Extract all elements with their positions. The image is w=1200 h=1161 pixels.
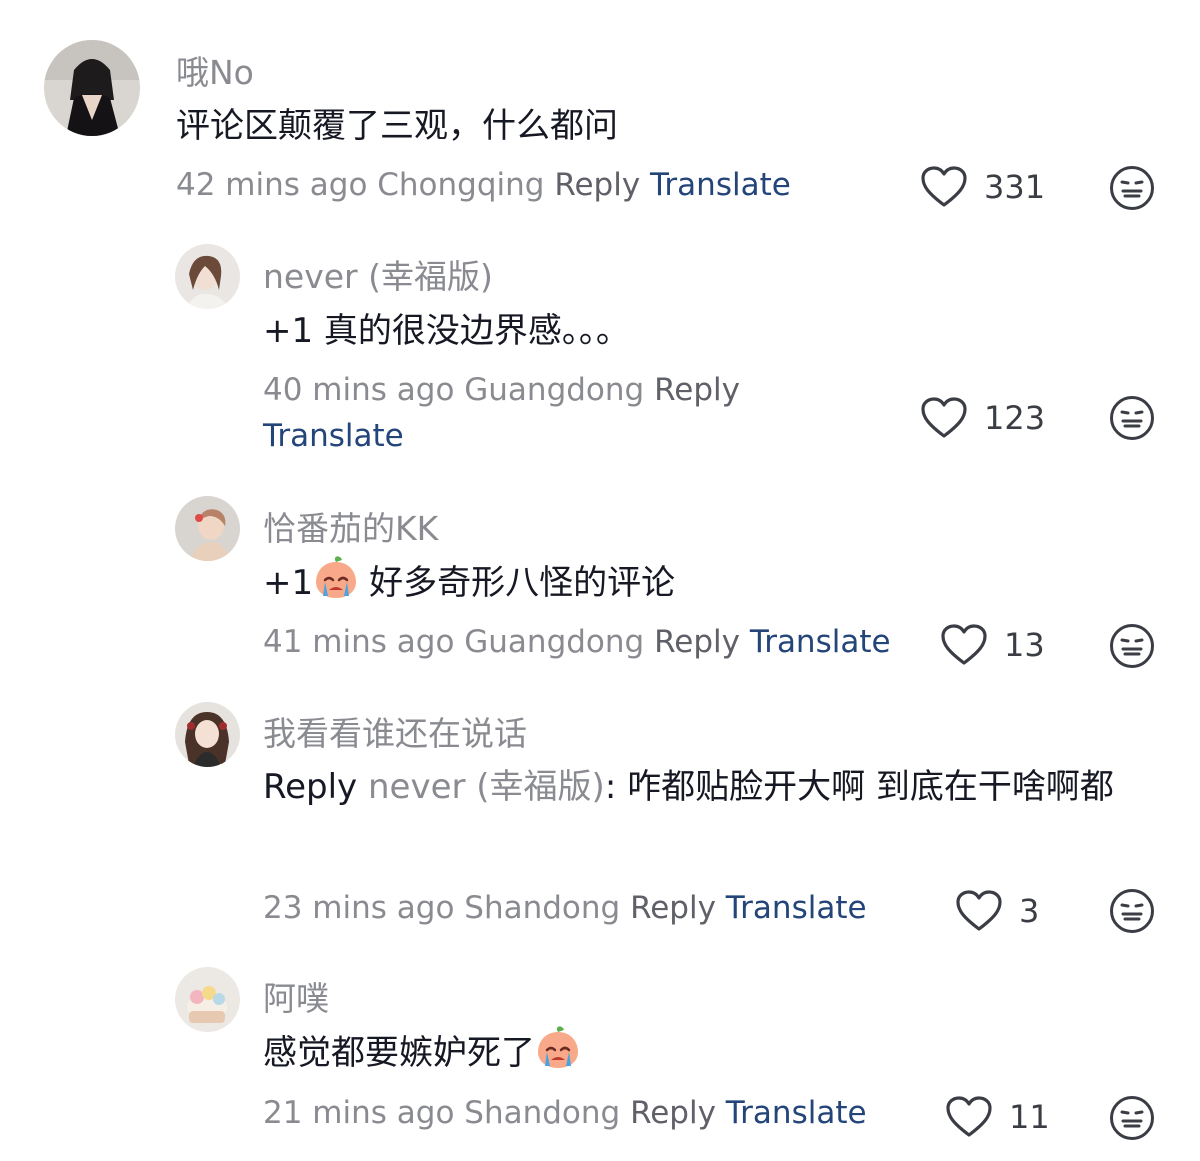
heart-outline-icon <box>921 166 967 207</box>
username[interactable]: 阿噗 <box>263 972 329 1020</box>
heart-outline-icon <box>956 890 1002 931</box>
comment-text-prefix: +1 <box>263 563 314 603</box>
translate-button[interactable]: Translate <box>263 418 404 454</box>
location: Shandong <box>464 890 621 926</box>
location: Guangdong <box>464 372 645 408</box>
comment-text: Reply never (幸福版): 咋都贴脸开大啊 到底在干啥啊都 <box>263 757 1163 817</box>
reply-button[interactable]: Reply <box>630 890 716 926</box>
comment-text: 评论区颠覆了三观，什么都问 <box>176 106 618 146</box>
timestamp: 40 mins ago <box>263 372 455 408</box>
like-button[interactable]: 13 <box>940 623 1045 667</box>
location: Shandong <box>464 1095 621 1131</box>
timestamp: 21 mins ago <box>263 1095 455 1131</box>
like-count: 11 <box>1009 1098 1050 1136</box>
translate-button[interactable]: Translate <box>750 624 891 660</box>
reply-item: 阿噗 感觉都要嫉妒死了 21 mins ago Shandong Reply T… <box>0 950 1200 1161</box>
translate-button[interactable]: Translate <box>650 167 791 203</box>
crying-peach-emoji <box>316 556 357 598</box>
avatar[interactable] <box>175 496 240 561</box>
reply-item: 恰番茄的KK +1 好多奇形八怪的评论 41 mins ago Guangdong… <box>0 480 1200 685</box>
avatar-image <box>175 702 240 767</box>
avatar-image <box>44 40 140 136</box>
avatar-image <box>175 244 240 309</box>
avatar-image <box>175 496 240 561</box>
avatar[interactable] <box>44 40 140 136</box>
location: Chongqing <box>377 167 545 203</box>
timestamp: 41 mins ago <box>263 624 455 660</box>
neutral-face-icon[interactable] <box>1109 623 1155 669</box>
like-button[interactable]: 3 <box>955 889 1039 933</box>
reply-button[interactable]: Reply <box>654 624 740 660</box>
reply-button[interactable]: Reply <box>630 1095 716 1131</box>
neutral-face-icon[interactable] <box>1109 1095 1155 1141</box>
reply-item: 我看看谁还在说话 Reply never (幸福版): 咋都贴脸开大啊 到底在干… <box>0 685 1200 950</box>
comment-text: +1 真的很没边界感。。。 <box>263 311 630 351</box>
comment-meta: 23 mins ago Shandong Reply Translate <box>263 885 867 931</box>
comment-text-body: 感觉都要嫉妒死了 <box>263 1033 535 1073</box>
like-count: 123 <box>984 399 1046 437</box>
comment-meta: 42 mins ago Chongqing Reply Translate <box>176 162 791 208</box>
reply-button[interactable]: Reply <box>654 372 740 408</box>
avatar[interactable] <box>175 967 240 1032</box>
comment-text: 感觉都要嫉妒死了 <box>263 1023 581 1083</box>
neutral-face-icon[interactable] <box>1109 165 1155 211</box>
like-button[interactable]: 11 <box>945 1095 1050 1139</box>
location: Guangdong <box>464 624 645 660</box>
like-count: 331 <box>984 168 1046 206</box>
translate-button[interactable]: Translate <box>726 1095 867 1131</box>
reply-button[interactable]: Reply <box>554 167 640 203</box>
username[interactable]: never (幸福版) <box>263 250 493 298</box>
reply-to-username[interactable]: never (幸福版) <box>368 767 605 807</box>
reply-item: never (幸福版) +1 真的很没边界感。。。 40 mins ago Gu… <box>0 230 1200 480</box>
avatar[interactable] <box>175 702 240 767</box>
reply-prefix: Reply <box>263 767 358 807</box>
crying-peach-emoji <box>538 1026 578 1068</box>
comment-meta: 41 mins ago Guangdong Reply Translate <box>263 619 891 665</box>
heart-outline-icon <box>941 624 987 665</box>
comment-text-body: : 咋都贴脸开大啊 到底在干啥啊都 <box>604 767 1114 807</box>
username[interactable]: 哦No <box>176 46 254 94</box>
neutral-face-icon[interactable] <box>1109 888 1155 934</box>
timestamp: 42 mins ago <box>176 167 368 203</box>
comment-meta: 40 mins ago Guangdong Reply Translate <box>263 367 783 459</box>
username[interactable]: 恰番茄的KK <box>263 502 438 550</box>
comment-meta: 21 mins ago Shandong Reply Translate <box>263 1090 867 1136</box>
translate-button[interactable]: Translate <box>726 890 867 926</box>
comment-item: 哦No 评论区颠覆了三观，什么都问 42 mins ago Chongqing … <box>0 0 1200 230</box>
avatar-image <box>175 967 240 1032</box>
heart-outline-icon <box>921 397 967 438</box>
like-button[interactable]: 123 <box>920 396 1045 440</box>
like-button[interactable]: 331 <box>920 165 1045 209</box>
username[interactable]: 我看看谁还在说话 <box>263 707 527 755</box>
comment-text-body: 好多奇形八怪的评论 <box>369 563 676 603</box>
neutral-face-icon[interactable] <box>1109 395 1155 441</box>
heart-outline-icon <box>946 1096 992 1137</box>
avatar[interactable] <box>175 244 240 309</box>
like-count: 3 <box>1019 892 1040 930</box>
comment-text: +1 好多奇形八怪的评论 <box>263 553 675 613</box>
timestamp: 23 mins ago <box>263 890 455 926</box>
like-count: 13 <box>1004 626 1045 664</box>
